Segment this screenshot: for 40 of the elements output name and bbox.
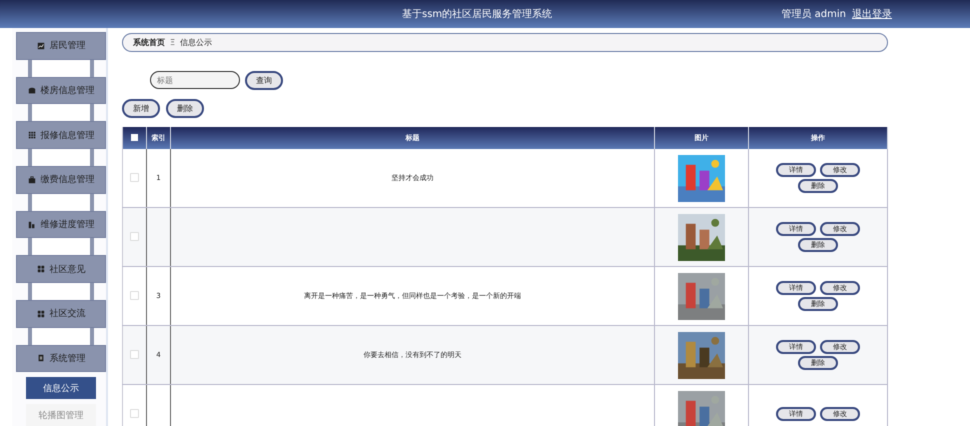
bar-chart-icon (28, 220, 36, 229)
database-icon (28, 86, 36, 95)
action-button[interactable]: 删除 (166, 99, 204, 118)
grid-icon (28, 131, 36, 140)
row-checkbox[interactable] (130, 350, 139, 358)
search-button[interactable]: 查询 (245, 71, 283, 90)
sidebar-item[interactable]: 系统管理 (16, 344, 106, 372)
breadcrumb-current: 信息公示 (180, 37, 212, 48)
tiles-icon (36, 310, 44, 318)
submenu-item[interactable]: 信息公示 (26, 377, 96, 400)
sidebar-item[interactable]: 缴费信息管理 (16, 166, 106, 194)
select-all-checkbox[interactable] (131, 134, 138, 140)
menu-connector (28, 194, 94, 211)
document-icon (36, 354, 44, 362)
chart-icon (36, 42, 44, 50)
action-button[interactable]: 新增 (122, 99, 160, 118)
row-checkbox[interactable] (130, 172, 139, 182)
sidebar-item[interactable]: 维修进度管理 (16, 210, 106, 238)
tiles-icon (36, 265, 44, 274)
briefcase-icon (28, 176, 36, 184)
logout-link[interactable]: 退出登录 (852, 7, 892, 21)
sidebar-item[interactable]: 居民管理 (16, 32, 106, 60)
menu-connector (28, 328, 94, 345)
user-label: 管理员 admin (781, 8, 846, 21)
menu-connector (28, 283, 94, 300)
sidebar-item[interactable]: 报修信息管理 (16, 121, 106, 150)
menu-connector (28, 149, 94, 166)
search-field[interactable]: 标题 (150, 71, 240, 89)
sidebar-item[interactable]: 楼房信息管理 (16, 76, 106, 104)
menu-connector (28, 238, 94, 256)
sidebar-item[interactable]: 社区交流 (16, 300, 106, 328)
menu-connector (28, 60, 94, 77)
system-title: 基于ssm的社区居民服务管理系统 (402, 8, 552, 21)
menu-connector (28, 104, 94, 122)
sidebar-item[interactable]: 社区意见 (16, 255, 106, 284)
breadcrumb-separator: Ξ (170, 38, 176, 47)
row-checkbox[interactable] (130, 408, 139, 418)
row-checkbox[interactable] (130, 232, 139, 240)
row-checkbox[interactable] (130, 290, 139, 300)
breadcrumb-home[interactable]: 系统首页 (133, 37, 165, 48)
